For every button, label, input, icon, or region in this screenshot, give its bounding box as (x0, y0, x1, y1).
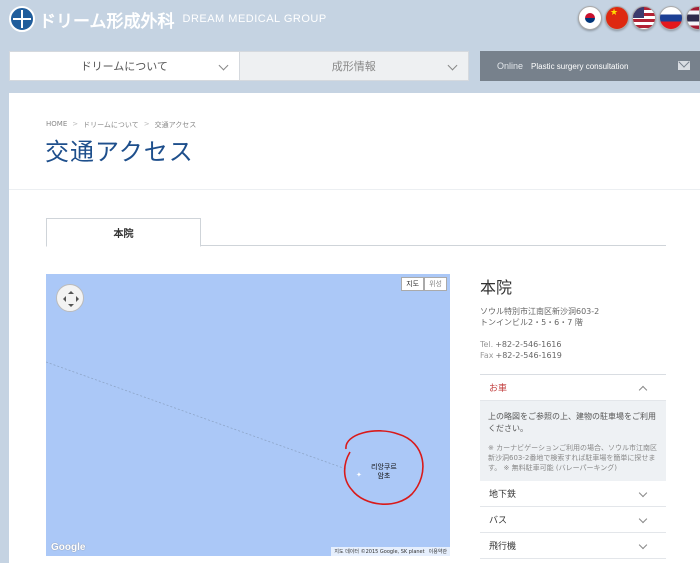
site-logo[interactable]: ドリーム形成外科 DREAM MEDICAL GROUP (9, 5, 327, 33)
main-nav: ドリームについて 成形情報 (9, 51, 469, 81)
site-header: ドリーム形成外科 DREAM MEDICAL GROUP (0, 0, 700, 40)
accordion-subway[interactable]: 地下鉄 (480, 481, 666, 507)
tel-number[interactable]: +82-2-546-1616 (495, 340, 561, 349)
chevron-up-icon (638, 385, 648, 395)
accordion-bus[interactable]: バス (480, 507, 666, 533)
fax-number: +82-2-546-1619 (495, 351, 562, 360)
consult-online-label: Online (497, 61, 524, 71)
accordion-car-content: 上の略図をご参照の上、建物の駐車場をご利用ください。 ※ カーナビゲーションご利… (480, 401, 666, 481)
location-tabs: 本院 (46, 218, 666, 247)
fax-label: Fax (480, 351, 494, 360)
flag-russia-icon[interactable] (659, 6, 683, 30)
breadcrumb-home[interactable]: HOME (46, 120, 67, 130)
map-terms-link[interactable]: 이용약관 (429, 548, 447, 555)
clinic-address: ソウル特別市江南区新沙洞603-2 トンインビル2・5・6・7 階 (480, 306, 666, 328)
map-attribution: 지도 데이터 ©2015 Google, SK planet 이용약관 (331, 547, 450, 556)
nav-item-surgery-info[interactable]: 成形情報 (239, 51, 469, 81)
map-attribution-text: 지도 데이터 ©2015 Google, SK planet (334, 549, 425, 555)
map-type-satellite-button[interactable]: 위성 (424, 277, 447, 291)
map-type-map-button[interactable]: 지도 (401, 277, 425, 291)
online-consultation-button[interactable]: Online Plastic surgery consultation (480, 51, 700, 81)
consult-label: Plastic surgery consultation (531, 61, 629, 71)
chevron-down-icon (447, 60, 458, 71)
page-title: 交通アクセス (45, 138, 194, 166)
flag-korea-icon[interactable] (578, 6, 602, 30)
address-line-2: トンインビル2・5・6・7 階 (480, 318, 583, 327)
flag-china-icon[interactable] (605, 6, 629, 30)
breadcrumb: HOME > ドリームについて > 交通アクセス (46, 120, 196, 130)
chevron-down-icon (218, 60, 228, 71)
logo-en-text: DREAM MEDICAL GROUP (182, 13, 327, 25)
chevron-down-icon (638, 514, 648, 524)
accordion-label: お車 (489, 384, 508, 394)
breadcrumb-about[interactable]: ドリームについて (83, 120, 139, 130)
flag-usa-icon[interactable] (632, 6, 656, 30)
nav-item-label: ドリームについて (80, 60, 168, 73)
map-boundary-line (46, 361, 424, 505)
mail-icon (678, 61, 690, 70)
accordion-airplane[interactable]: 飛行機 (480, 533, 666, 559)
accordion-car[interactable]: お車 (480, 375, 666, 401)
nav-item-label: 成形情報 (331, 60, 376, 73)
breadcrumb-separator: > (143, 120, 150, 128)
accordion-label: 飛行機 (489, 542, 517, 552)
language-flags (578, 6, 700, 30)
map-type-control: 지도 위성 (401, 277, 447, 291)
tel-label: Tel. (480, 340, 494, 349)
flag-thailand-icon[interactable] (686, 6, 700, 30)
map-place-label: 리앙쿠르 암초 (371, 463, 397, 481)
car-note-text: ※ カーナビゲーションご利用の場合、ソウル市江南区新沙洞603-2番地で検索すれ… (488, 444, 657, 472)
nav-item-about[interactable]: ドリームについて (9, 51, 240, 81)
pan-left-icon[interactable] (60, 296, 66, 302)
pan-right-icon[interactable] (76, 296, 82, 302)
chevron-down-icon (638, 540, 648, 550)
clinic-title: 本院 (480, 278, 513, 297)
breadcrumb-current: 交通アクセス (154, 121, 197, 129)
clinic-info: 本院 ソウル特別市江南区新沙洞603-2 トンインビル2・5・6・7 階 Tel… (480, 274, 666, 559)
car-directions-text: 上の略図をご参照の上、建物の駐車場をご利用ください。 (488, 412, 656, 433)
clinic-contact: Tel. +82-2-546-1616 Fax +82-2-546-1619 (480, 339, 666, 361)
tab-main-clinic[interactable]: 本院 (46, 218, 201, 247)
map-pan-control[interactable] (56, 284, 84, 312)
access-accordion: お車 上の略図をご参照の上、建物の駐車場をご利用ください。 ※ カーナビゲーショ… (480, 374, 666, 559)
accordion-label: 地下鉄 (489, 490, 517, 500)
map-place-line1: 리앙쿠르 (371, 463, 397, 471)
accordion-label: バス (489, 516, 508, 526)
map-place-line2: 암초 (377, 472, 391, 480)
chevron-down-icon (638, 488, 648, 498)
google-logo: Google (51, 542, 86, 553)
divider (9, 189, 700, 190)
address-line-1: ソウル特別市江南区新沙洞603-2 (480, 307, 600, 316)
tel-row: Tel. +82-2-546-1616 (480, 339, 666, 350)
logo-cross-icon (9, 6, 35, 32)
pan-up-icon[interactable] (68, 288, 74, 294)
fax-row: Fax +82-2-546-1619 (480, 350, 666, 361)
breadcrumb-separator: > (72, 120, 79, 128)
logo-jp-text: ドリーム形成外科 (39, 11, 175, 32)
main-content: HOME > ドリームについて > 交通アクセス 交通アクセス 本院 지도 위성… (9, 93, 700, 563)
map-marker-icon: ✦ (356, 471, 362, 479)
pan-down-icon[interactable] (68, 304, 74, 310)
google-map[interactable]: 지도 위성 ✦ 리앙쿠르 암초 Google 지도 데이터 ©2015 Goog… (46, 274, 450, 556)
